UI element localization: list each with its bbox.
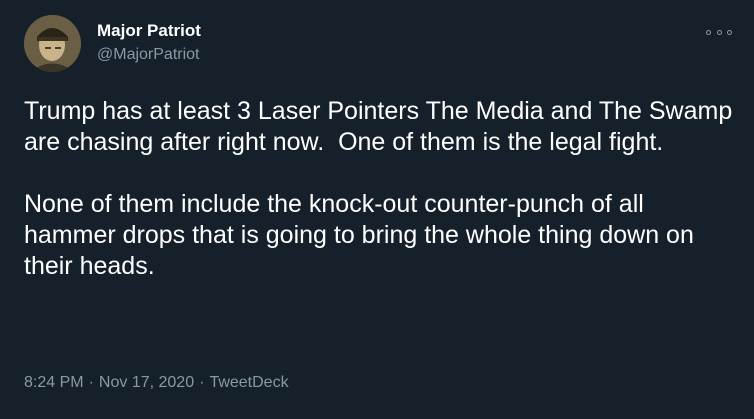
avatar[interactable] — [24, 15, 81, 72]
tweet-source[interactable]: TweetDeck — [209, 374, 288, 391]
more-dot — [727, 29, 732, 35]
tweet-paragraph: None of them include the knock-out count… — [24, 190, 701, 280]
tweet-paragraph: Trump has at least 3 Laser Pointers The … — [24, 97, 740, 156]
tweet-time[interactable]: 8:24 PM — [24, 374, 84, 391]
more-dot — [706, 29, 711, 35]
meta-separator: · — [88, 374, 94, 391]
profile-avatar-image — [24, 15, 81, 72]
tweet-card: Major Patriot @MajorPatriot Trump has at… — [0, 0, 754, 419]
tweet-date[interactable]: Nov 17, 2020 — [99, 374, 194, 391]
author-handle[interactable]: @MajorPatriot — [97, 46, 200, 64]
more-options-icon[interactable] — [706, 24, 732, 40]
tweet-meta: 8:24 PM · Nov 17, 2020 · TweetDeck — [24, 374, 289, 392]
more-dot — [716, 29, 722, 35]
meta-separator: · — [199, 374, 205, 391]
author-name[interactable]: Major Patriot — [97, 21, 201, 41]
tweet-text: Trump has at least 3 Laser Pointers The … — [24, 96, 736, 282]
